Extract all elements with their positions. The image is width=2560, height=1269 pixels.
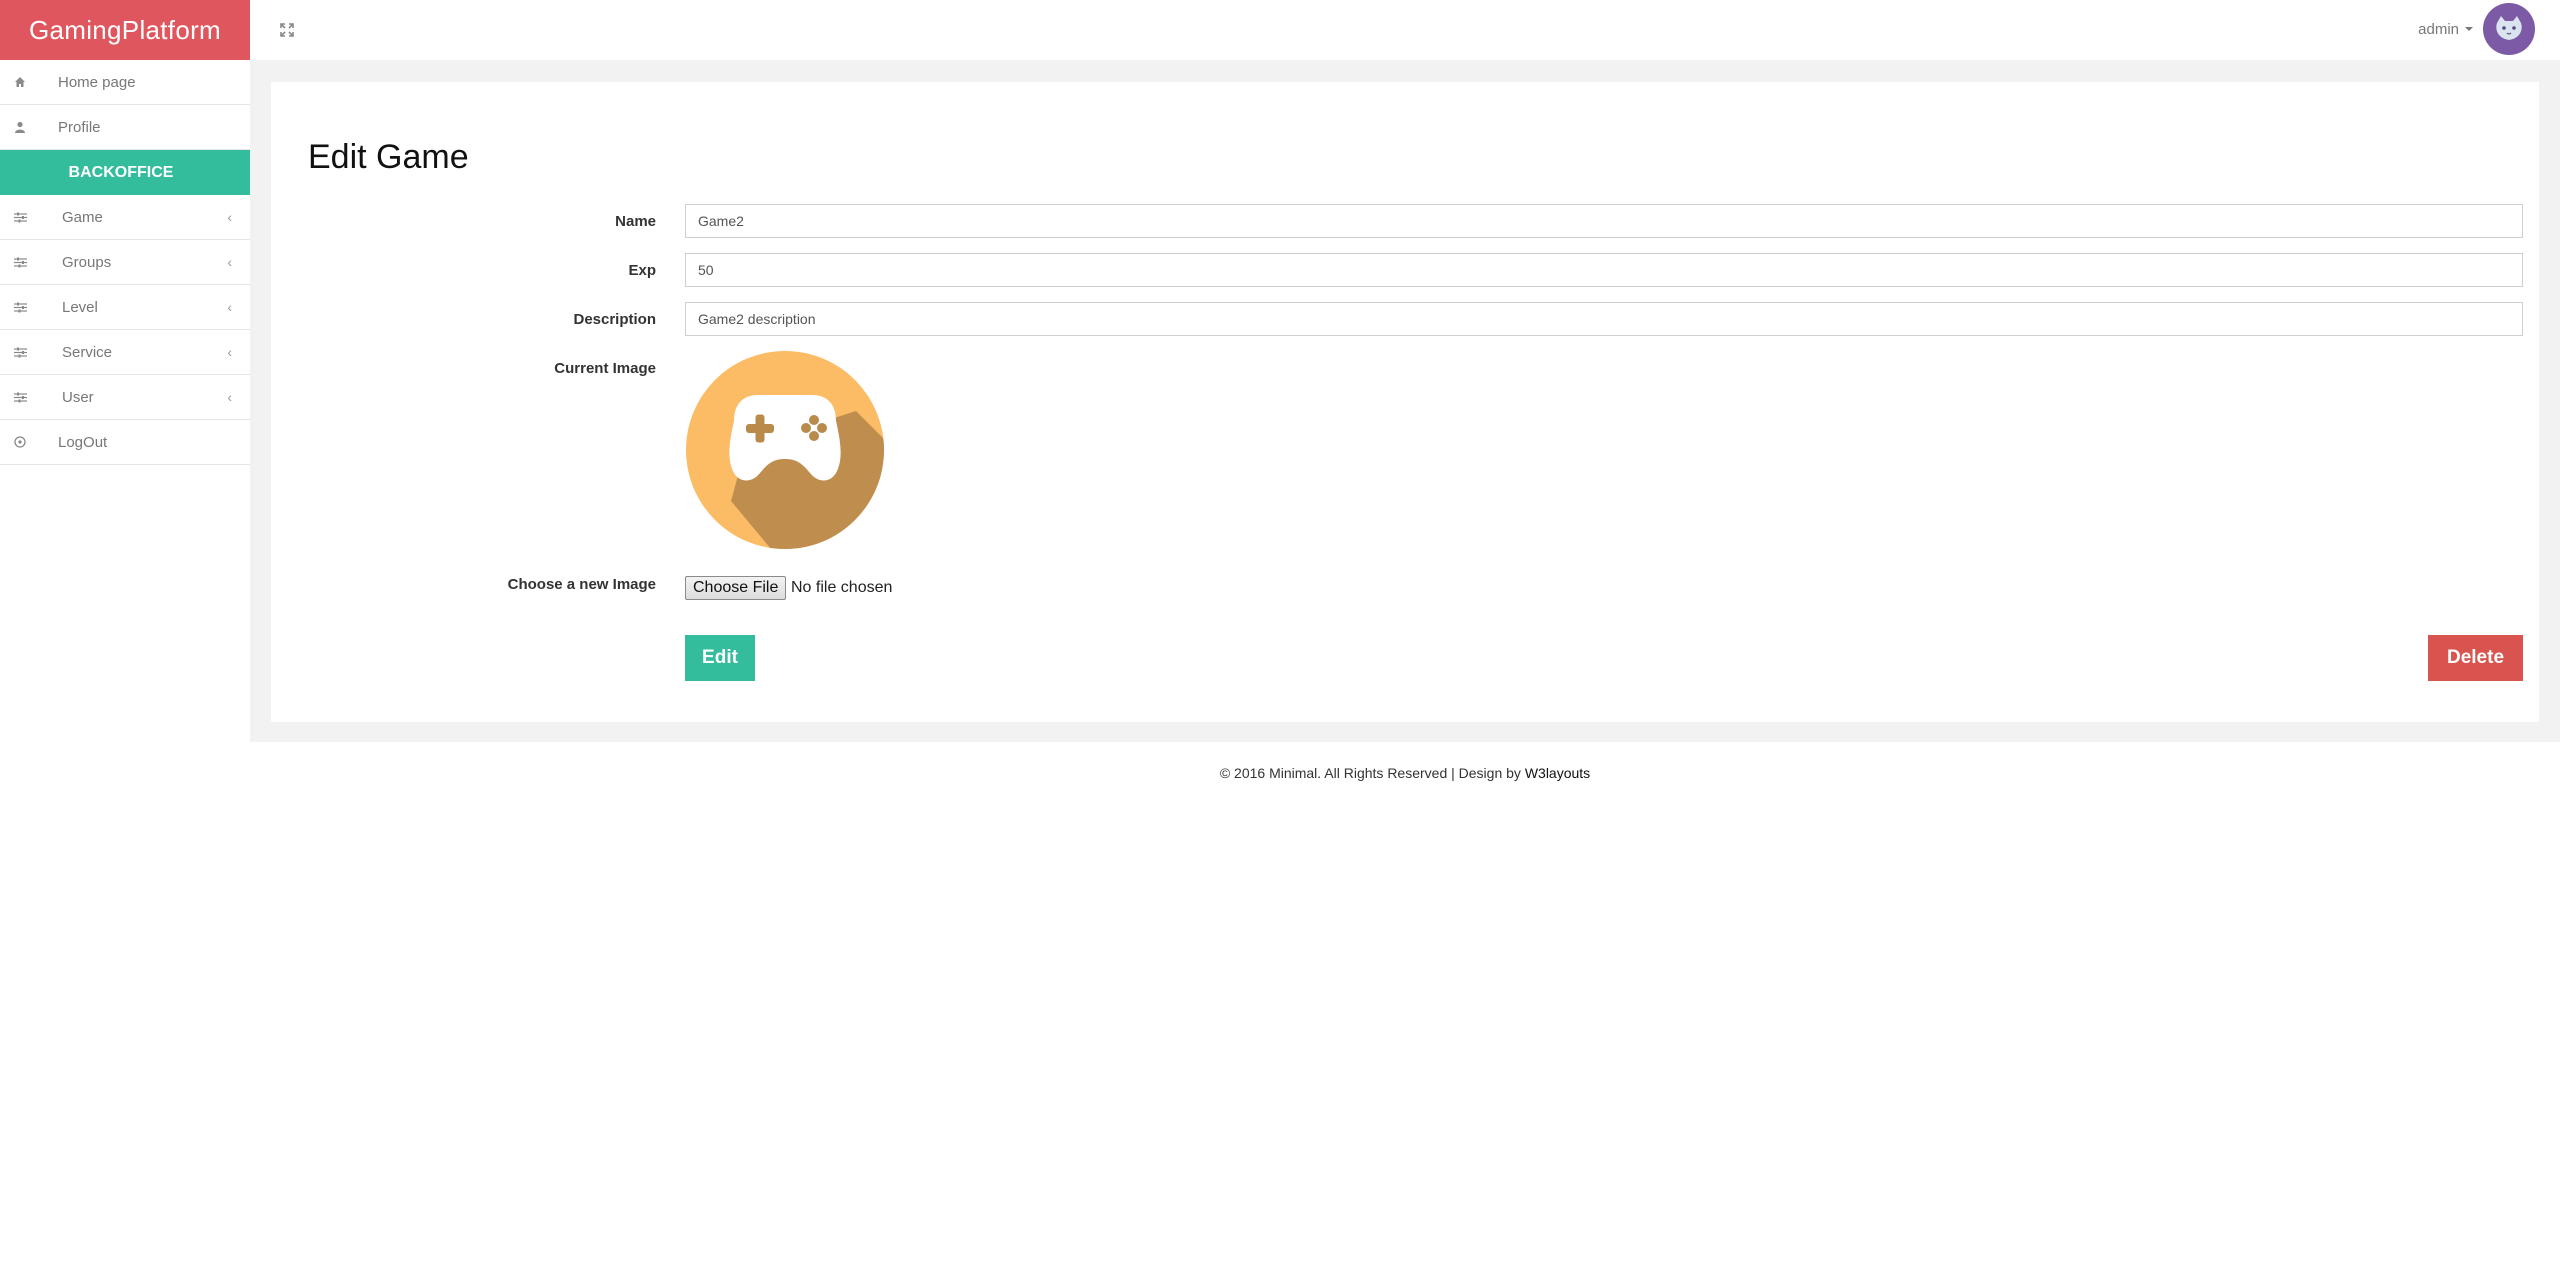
delete-button[interactable]: Delete <box>2428 635 2523 681</box>
sidebar: GamingPlatform Home page Profile BACKOFF… <box>0 0 250 1269</box>
sidebar-item-label: LogOut <box>58 433 108 451</box>
sidebar-item-game[interactable]: Game ‹ <box>0 195 250 240</box>
sliders-icon <box>14 392 62 403</box>
sidebar-item-label: Profile <box>58 118 101 136</box>
name-input[interactable] <box>685 204 2523 238</box>
chevron-left-icon: ‹ <box>227 299 232 315</box>
file-status-text: No file chosen <box>791 579 893 596</box>
avatar[interactable] <box>2483 3 2535 55</box>
sidebar-item-user[interactable]: User ‹ <box>0 375 250 420</box>
sliders-icon <box>14 347 62 358</box>
description-input[interactable] <box>685 302 2523 336</box>
footer: © 2016 Minimal. All Rights Reserved | De… <box>250 765 2560 781</box>
user-name[interactable]: admin <box>2418 21 2459 38</box>
exp-label: Exp <box>628 262 656 279</box>
exp-input[interactable] <box>685 253 2523 287</box>
sidebar-item-label: Groups <box>62 253 112 271</box>
caret-down-icon[interactable] <box>2465 27 2473 31</box>
current-image-label: Current Image <box>554 360 656 377</box>
sliders-icon <box>14 257 62 268</box>
choose-file-button[interactable]: Choose File <box>685 576 787 600</box>
top-bar: admin <box>250 0 2560 60</box>
footer-text: © 2016 Minimal. All Rights Reserved | De… <box>1219 765 1525 781</box>
backoffice-section-header: BACKOFFICE <box>0 150 250 195</box>
sidebar-item-label: Game <box>62 208 103 226</box>
chevron-left-icon: ‹ <box>227 389 232 405</box>
edit-button[interactable]: Edit <box>685 635 755 681</box>
name-label: Name <box>615 213 656 230</box>
sidebar-item-level[interactable]: Level ‹ <box>0 285 250 330</box>
footer-link[interactable]: W3layouts <box>1525 765 1590 781</box>
page-title: Edit Game <box>308 138 469 176</box>
sidebar-item-groups[interactable]: Groups ‹ <box>0 240 250 285</box>
new-image-label: Choose a new Image <box>507 576 656 593</box>
sidebar-item-home[interactable]: Home page <box>0 60 250 105</box>
sidebar-item-label: Level <box>62 298 98 316</box>
sliders-icon <box>14 302 62 313</box>
sidebar-item-logout[interactable]: LogOut <box>0 420 250 465</box>
chevron-left-icon: ‹ <box>227 254 232 270</box>
sidebar-item-profile[interactable]: Profile <box>0 105 250 150</box>
sidebar-item-label: Service <box>62 343 113 361</box>
chevron-left-icon: ‹ <box>227 344 232 360</box>
user-menu[interactable]: admin <box>2418 3 2535 55</box>
user-icon <box>14 121 58 133</box>
game-image <box>686 351 884 554</box>
edit-game-card: Edit Game Name Exp Description Current I… <box>271 82 2539 722</box>
sidebar-item-label: Home page <box>58 73 136 91</box>
expand-icon[interactable] <box>280 23 294 37</box>
description-label: Description <box>573 311 656 328</box>
sidebar-item-label: User <box>62 388 94 406</box>
home-icon <box>14 76 58 88</box>
sidebar-item-service[interactable]: Service ‹ <box>0 330 250 375</box>
sliders-icon <box>14 212 62 223</box>
chevron-left-icon: ‹ <box>227 209 232 225</box>
brand-logo[interactable]: GamingPlatform <box>0 0 250 60</box>
main-area: Edit Game Name Exp Description Current I… <box>250 60 2560 742</box>
power-icon <box>14 436 58 448</box>
